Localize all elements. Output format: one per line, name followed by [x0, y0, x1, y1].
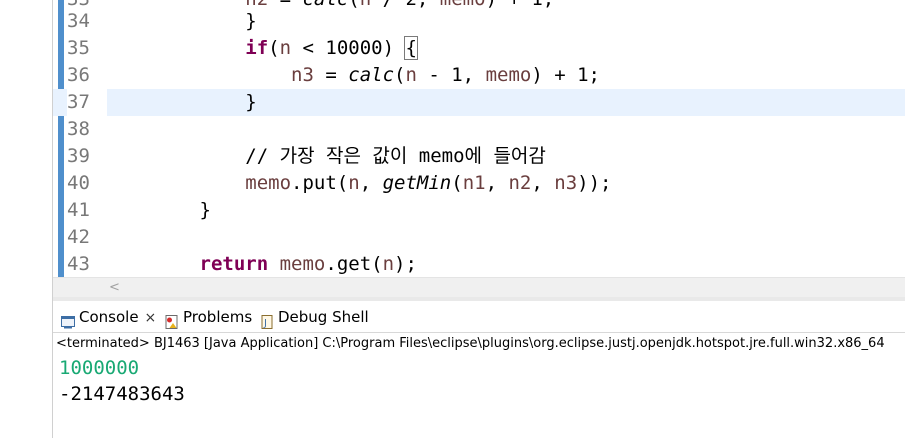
- line-number: 36: [67, 62, 107, 89]
- tab-debug-shell[interactable]: J Debug Shell: [259, 301, 369, 332]
- view-tab-bar: Console × Problems J Debug Shell: [53, 301, 905, 333]
- code-line-40[interactable]: 40 memo.put(n, getMin(n1, n2, n3));: [53, 170, 905, 197]
- code-line-37-current[interactable]: 37 }: [53, 89, 905, 116]
- code-line-36[interactable]: 36 n3 = calc(n - 1, memo) + 1;: [53, 62, 905, 89]
- code-line-35[interactable]: 35 if(n < 10000) {: [53, 35, 905, 62]
- debug-shell-icon: J: [259, 309, 275, 329]
- code-line-43[interactable]: 43 return memo.get(n);: [53, 251, 905, 277]
- line-number: 37: [67, 89, 107, 116]
- code-text: }: [108, 91, 257, 113]
- console-output-line: -2147483643: [59, 383, 185, 405]
- code-text: return memo.get(n);: [199, 253, 417, 275]
- console-status-line: <terminated> BJ1463 [Java Application] C…: [56, 336, 885, 351]
- console-icon: [60, 309, 76, 328]
- line-number: 35: [67, 35, 107, 62]
- tab-problems[interactable]: Problems: [164, 301, 252, 332]
- line-number: 34: [67, 8, 107, 35]
- code-line-39[interactable]: 39 // 가장 작은 값이 memo에 들어감: [53, 143, 905, 170]
- code-line-41[interactable]: 41 }: [53, 197, 905, 224]
- horizontal-scrollbar[interactable]: <: [53, 277, 905, 297]
- line-number: 40: [67, 170, 107, 197]
- code-text: }: [108, 199, 211, 221]
- code-comment: // 가장 작은 값이 memo에 들어감: [108, 145, 546, 167]
- console-view: Console × Problems J Debug Shell <termina…: [53, 301, 905, 438]
- tab-label: Debug Shell: [278, 308, 369, 326]
- line-number: 42: [67, 224, 107, 251]
- scroll-left-arrow-icon[interactable]: <: [109, 279, 120, 296]
- tab-label: Problems: [183, 308, 253, 326]
- tab-console[interactable]: Console ×: [60, 301, 157, 332]
- code-line-34[interactable]: 34 }: [53, 8, 905, 35]
- tab-label: Console: [79, 308, 139, 326]
- line-number: 38: [67, 116, 107, 143]
- console-output-line: 1000000: [59, 357, 140, 379]
- code-text: n3 = calc(n - 1, memo) + 1;: [291, 64, 600, 86]
- outer-gutter: [0, 0, 53, 438]
- code-text: memo.put(n, getMin(n1, n2, n3));: [245, 172, 612, 194]
- close-icon[interactable]: ×: [145, 310, 157, 326]
- code-text: if(n < 10000) {: [245, 36, 418, 60]
- line-number: 43: [67, 251, 107, 277]
- line-number: 39: [67, 143, 107, 170]
- code-line-38[interactable]: 38: [53, 116, 905, 143]
- svg-text:J: J: [263, 318, 267, 329]
- code-editor[interactable]: 33 n2 = calc(n / 2, memo) + 1; 34 } 35 i…: [53, 0, 905, 277]
- code-line-42[interactable]: 42: [53, 224, 905, 251]
- problems-icon: [164, 309, 180, 329]
- line-number: 41: [67, 197, 107, 224]
- code-text: }: [108, 10, 257, 32]
